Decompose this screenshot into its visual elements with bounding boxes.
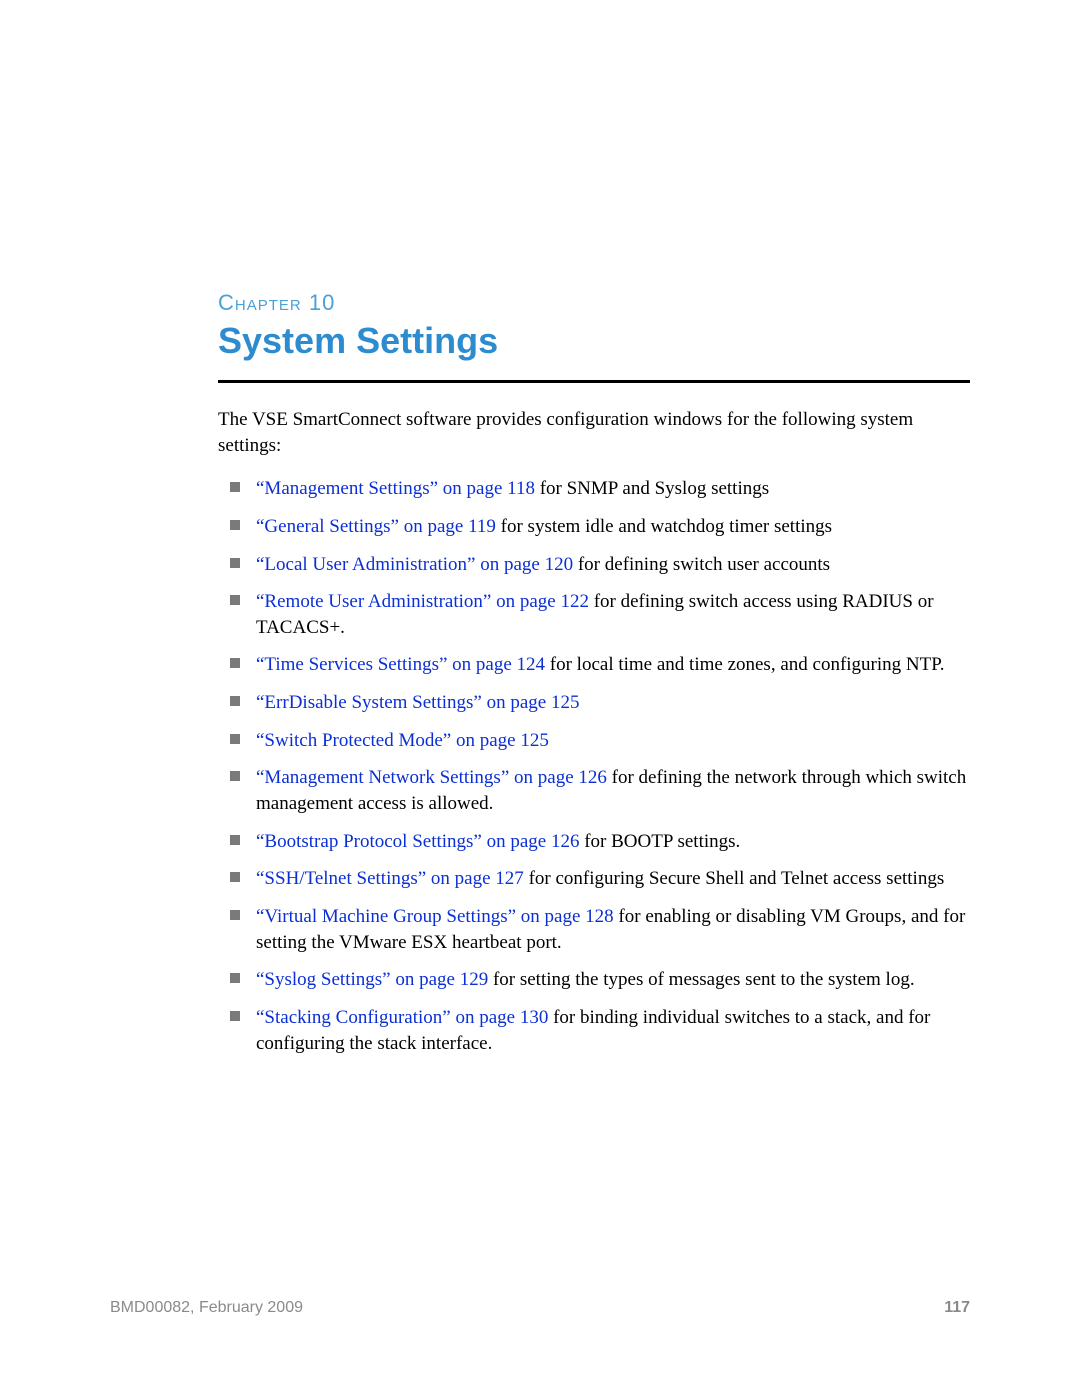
chapter-label: Chapter 10 (218, 290, 970, 316)
toc-item: “Syslog Settings” on page 129 for settin… (218, 967, 970, 993)
toc-item-tail: for BOOTP settings. (579, 831, 740, 852)
toc-item: “ErrDisable System Settings” on page 125 (218, 690, 970, 716)
xref-link[interactable]: “Local User Administration” on page 120 (256, 554, 573, 575)
toc-item: “Time Services Settings” on page 124 for… (218, 652, 970, 678)
chapter-title: System Settings (218, 320, 970, 380)
toc-item: “General Settings” on page 119 for syste… (218, 514, 970, 540)
xref-link[interactable]: “Stacking Configuration” on page 130 (256, 1007, 548, 1028)
divider (218, 380, 970, 383)
footer-doc-id: BMD00082, February 2009 (110, 1299, 303, 1317)
toc-item-tail: for local time and time zones, and confi… (545, 654, 944, 675)
xref-link[interactable]: “General Settings” on page 119 (256, 516, 496, 537)
footer-page-number: 117 (944, 1299, 970, 1317)
toc-item: “Stacking Configuration” on page 130 for… (218, 1005, 970, 1056)
xref-link[interactable]: “Time Services Settings” on page 124 (256, 654, 545, 675)
toc-item: “SSH/Telnet Settings” on page 127 for co… (218, 866, 970, 892)
toc-item: “Bootstrap Protocol Settings” on page 12… (218, 829, 970, 855)
toc-item-tail: for defining switch user accounts (573, 554, 830, 575)
xref-link[interactable]: “Switch Protected Mode” on page 125 (256, 730, 549, 751)
xref-link[interactable]: “Syslog Settings” on page 129 (256, 969, 488, 990)
toc-item-tail: for setting the types of messages sent t… (488, 969, 914, 990)
toc-item: “Switch Protected Mode” on page 125 (218, 728, 970, 754)
xref-link[interactable]: “Virtual Machine Group Settings” on page… (256, 906, 614, 927)
xref-link[interactable]: “Management Network Settings” on page 12… (256, 767, 607, 788)
toc-item: “Virtual Machine Group Settings” on page… (218, 904, 970, 955)
toc-list: “Management Settings” on page 118 for SN… (218, 476, 970, 1056)
xref-link[interactable]: “ErrDisable System Settings” on page 125 (256, 692, 579, 713)
xref-link[interactable]: “Bootstrap Protocol Settings” on page 12… (256, 831, 579, 852)
xref-link[interactable]: “SSH/Telnet Settings” on page 127 (256, 868, 524, 889)
intro-paragraph: The VSE SmartConnect software provides c… (218, 407, 970, 458)
xref-link[interactable]: “Management Settings” on page 118 (256, 478, 535, 499)
toc-item-tail: for configuring Secure Shell and Telnet … (524, 868, 944, 889)
page-footer: BMD00082, February 2009 117 (110, 1299, 970, 1317)
page-content: Chapter 10 System Settings The VSE Smart… (0, 0, 1080, 1056)
toc-item-tail: for SNMP and Syslog settings (535, 478, 769, 499)
toc-item: “Remote User Administration” on page 122… (218, 589, 970, 640)
toc-item: “Local User Administration” on page 120 … (218, 552, 970, 578)
xref-link[interactable]: “Remote User Administration” on page 122 (256, 591, 589, 612)
toc-item: “Management Settings” on page 118 for SN… (218, 476, 970, 502)
toc-item: “Management Network Settings” on page 12… (218, 765, 970, 816)
toc-item-tail: for system idle and watchdog timer setti… (496, 516, 832, 537)
